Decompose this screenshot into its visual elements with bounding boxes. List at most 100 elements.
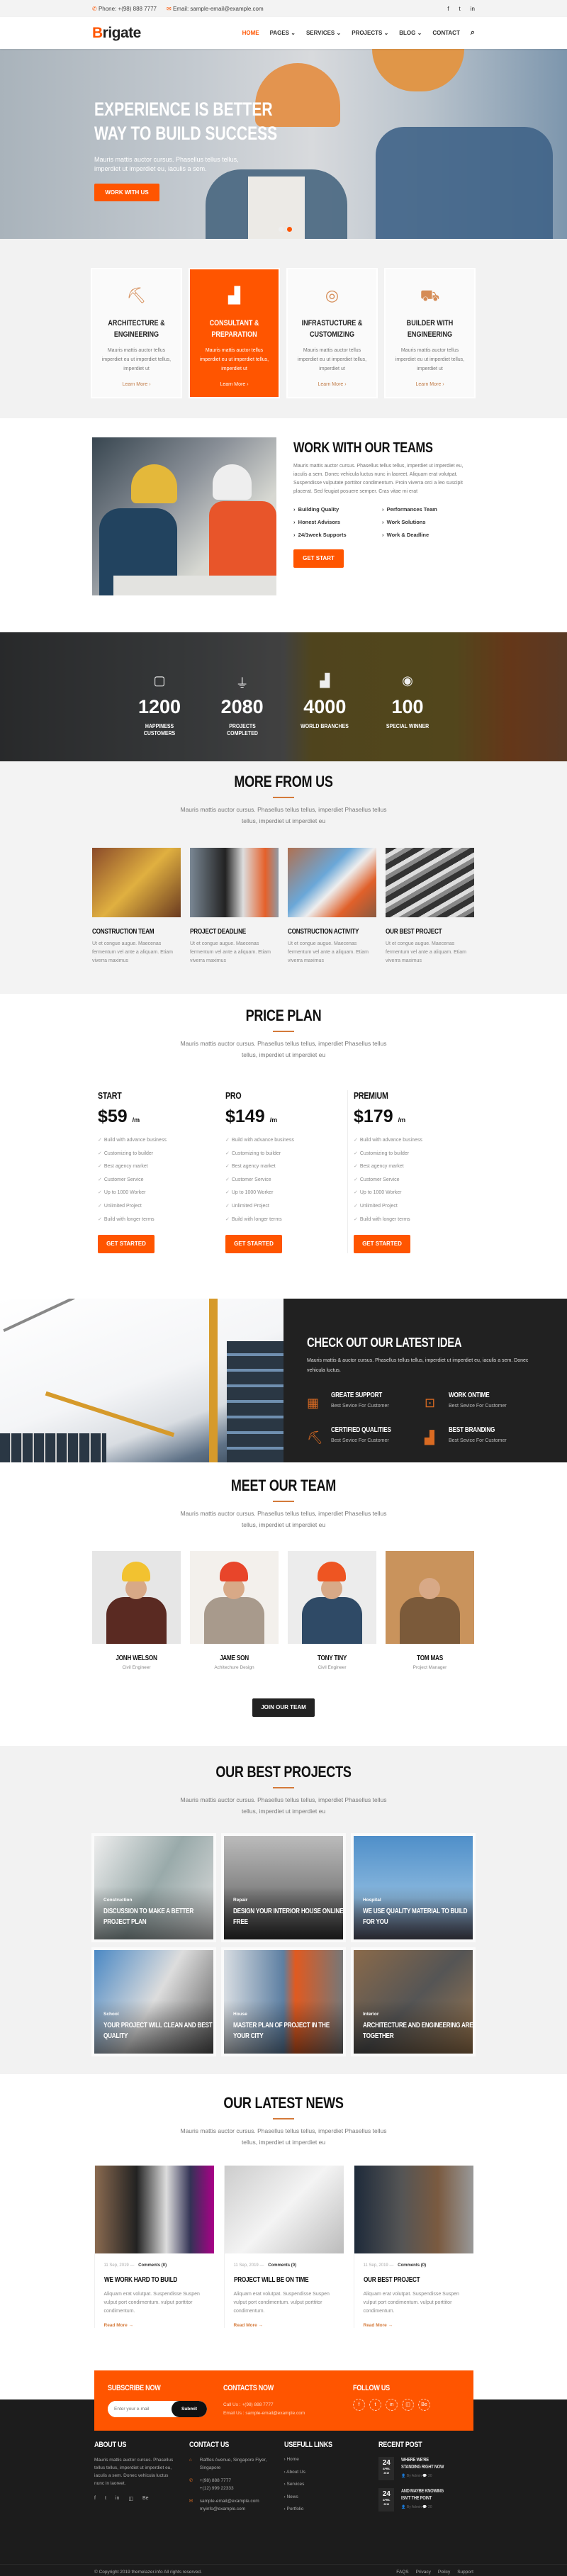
more-item[interactable]: OUR BEST PROJECT Ut et congue augue. Maec…	[386, 848, 474, 965]
team-member[interactable]: JONH WELSON Civil Engineer	[92, 1551, 181, 1670]
title-divider	[273, 1501, 294, 1502]
feature-item: › Building Quality	[293, 506, 339, 513]
learn-more-link[interactable]: Learn More ›	[386, 382, 474, 387]
twitter-icon[interactable]: t	[459, 6, 461, 12]
news-card[interactable]: 11 Sep, 2019 — Comments (0) WE WORK HARD …	[94, 2166, 214, 2328]
stat-item: ⏚ 2080 PROJECTS COMPLETED	[207, 673, 278, 737]
linkedin-icon[interactable]: in	[471, 6, 475, 12]
linkedin-icon[interactable]: in	[386, 2399, 398, 2411]
news-image	[354, 2166, 473, 2253]
facebook-icon[interactable]: f	[353, 2399, 365, 2411]
learn-more-link[interactable]: Learn More ›	[190, 382, 279, 387]
recent-post[interactable]: 24 APRIL 2019 WHERE WE'RE STANDING RIGHT NO…	[378, 2457, 473, 2480]
chevron-down-icon: ⌄	[383, 30, 389, 36]
team-member[interactable]: TOM MAS Project Manager	[386, 1551, 474, 1670]
facebook-icon[interactable]: f	[447, 6, 449, 12]
behance-icon[interactable]: Be	[142, 2496, 149, 2502]
search-icon[interactable]: ⌕	[471, 28, 475, 38]
meet-our-team-section: MEET OUR TEAM Mauris mattis auctor cursus…	[0, 1462, 567, 1746]
check-icon: ✓	[225, 1216, 230, 1222]
project-card[interactable]: House MASTER PLAN OF PROJECT IN THE YOUR …	[224, 1950, 343, 2054]
project-card[interactable]: Hospital WE USE QUALITY MATERIAL TO BUILD…	[354, 1836, 473, 1939]
section-title: OUR LATEST NEWS	[223, 2094, 344, 2112]
stairs-icon: ▟	[320, 673, 330, 688]
get-started-button[interactable]: GET STARTED	[354, 1235, 410, 1254]
learn-more-link[interactable]: Learn More ›	[92, 382, 181, 387]
check-icon: ✓	[98, 1138, 102, 1143]
recent-post[interactable]: 24 APRIL 2019 AND MAYBE KNOWING ISN'T THE P…	[378, 2488, 473, 2511]
nav-pages[interactable]: PAGES ⌄	[270, 30, 296, 36]
chevron-down-icon: ⌄	[291, 30, 296, 36]
get-started-button[interactable]: GET STARTED	[225, 1235, 282, 1254]
get-started-button[interactable]: GET STARTED	[98, 1235, 155, 1254]
footer-link-news[interactable]: › News	[284, 2491, 379, 2504]
service-card[interactable]: ⛏ ARCHITECTURE & ENGINEERING Mauris mattis…	[92, 269, 181, 397]
nav-home[interactable]: HOME	[242, 30, 259, 36]
service-card[interactable]: ◎ INFRASTUCTURE & CUSTOMIZING Mauris matti…	[288, 269, 376, 397]
section-title: OUR BEST PROJECTS	[215, 1763, 352, 1781]
item-image	[190, 848, 279, 917]
team-photo	[92, 437, 276, 595]
socket-icon: ⊡	[425, 1396, 436, 1410]
slider-dot-active[interactable]	[287, 227, 292, 232]
project-card[interactable]: School YOUR PROJECT WILL CLEAN AND BEST Q…	[94, 1950, 213, 2054]
slider-dot[interactable]	[279, 227, 284, 232]
email-input[interactable]	[108, 2401, 172, 2417]
topbar-email[interactable]: Email: sample-email@example.com	[173, 6, 264, 12]
footer-link-home[interactable]: › Home	[284, 2453, 379, 2466]
hero-text: Mauris mattis auctor cursus. Phasellus t…	[94, 156, 239, 172]
news-card[interactable]: 11 Sep, 2019 — Comments (0) PROJECT WILL …	[223, 2166, 344, 2328]
join-our-team-button[interactable]: JOIN OUR TEAM	[252, 1698, 315, 1717]
title-divider	[273, 1031, 294, 1032]
more-item[interactable]: PROJECT DEADLINE Ut et congue augue. Maec…	[190, 848, 279, 965]
instagram-icon[interactable]: ◫	[402, 2399, 414, 2411]
check-icon: ✓	[225, 1190, 230, 1196]
twitter-icon[interactable]: t	[105, 2496, 106, 2502]
section-title: WORK WITH OUR TEAMS	[293, 440, 433, 456]
more-from-us-section: MORE FROM US Mauris mattis auctor cursus.…	[0, 761, 567, 994]
item-image	[386, 848, 474, 917]
service-card[interactable]: ▟ CONSULTANT & PREPARATION Mauris mattis a…	[190, 269, 279, 397]
main-nav: Brigate HOME PAGES ⌄ SERVICES ⌄ PROJECTS…	[0, 17, 567, 49]
work-with-us-button[interactable]: WORK WITH US	[94, 184, 159, 201]
submit-button[interactable]: Submit	[172, 2401, 207, 2417]
read-more-link[interactable]: Read More →	[364, 2323, 464, 2328]
nav-blog[interactable]: BLOG ⌄	[399, 30, 422, 36]
project-card[interactable]: Construction DISCUSSION TO MAKE A BETTER …	[94, 1836, 213, 1939]
chevron-down-icon: ⌄	[417, 30, 422, 36]
plan-features: ✓ Build with advance business ✓ Customizing…	[225, 1138, 294, 1222]
mail-icon: ✉	[189, 2499, 193, 2504]
logo[interactable]: Brigate	[92, 25, 141, 42]
get-start-button[interactable]: GET START	[293, 549, 344, 568]
more-item[interactable]: CONSTRUCTION TEAM Ut et congue augue. Mae…	[92, 848, 181, 965]
linkedin-icon[interactable]: in	[116, 2496, 119, 2502]
footer-link-services[interactable]: › Services	[284, 2478, 379, 2491]
check-icon: ✓	[98, 1150, 102, 1156]
check-icon: ✓	[354, 1150, 358, 1156]
team-member[interactable]: JAME SON Achitechure Design	[190, 1551, 279, 1670]
footer-link-about[interactable]: › About Us	[284, 2466, 379, 2479]
user-icon: 👤	[401, 2474, 406, 2478]
team-member[interactable]: TONY TINY Civil Engineer	[288, 1551, 376, 1670]
nav-services[interactable]: SERVICES ⌄	[306, 30, 341, 36]
read-more-link[interactable]: Read More →	[234, 2323, 335, 2328]
footer: SUBSCRIBE NOW Submit CONTACTS NOWCall Us…	[0, 2366, 567, 2576]
check-icon: ✓	[354, 1177, 358, 1182]
nav-contact[interactable]: CONTACT	[432, 30, 460, 36]
project-card[interactable]: Repair DESIGN YOUR INTERIOR HOUSE ONLINE …	[224, 1836, 343, 1939]
twitter-icon[interactable]: t	[369, 2399, 381, 2411]
more-item[interactable]: CONSTRUCTION ACTIVITY Ut et congue augue.…	[288, 848, 376, 965]
section-subtitle: Mauris mattis auctor cursus. Phasellus t…	[180, 806, 387, 824]
top-bar: ✆ Phone: +(98) 888 7777 ✉ Email: sample-…	[0, 0, 567, 17]
facebook-icon[interactable]: f	[94, 2496, 96, 2502]
news-card[interactable]: 11 Sep, 2019 — Comments (0) OUR BEST PROJ…	[353, 2166, 473, 2328]
behance-icon[interactable]: Be	[418, 2399, 430, 2411]
footer-link-portfolio[interactable]: › Portfolio	[284, 2503, 379, 2516]
instagram-icon[interactable]: ◫	[128, 2496, 133, 2502]
plan-pro: PRO $149 /m ✓ Build with advance business…	[220, 1090, 347, 1254]
project-card[interactable]: Interior ARCHITECTURE AND ENGINEERING ARE…	[354, 1950, 473, 2054]
service-card[interactable]: ⛟ BUILDER WITH ENGINEERING Mauris mattis a…	[386, 269, 474, 397]
learn-more-link[interactable]: Learn More ›	[288, 382, 376, 387]
read-more-link[interactable]: Read More →	[104, 2323, 205, 2328]
nav-projects[interactable]: PROJECTS ⌄	[352, 30, 388, 36]
